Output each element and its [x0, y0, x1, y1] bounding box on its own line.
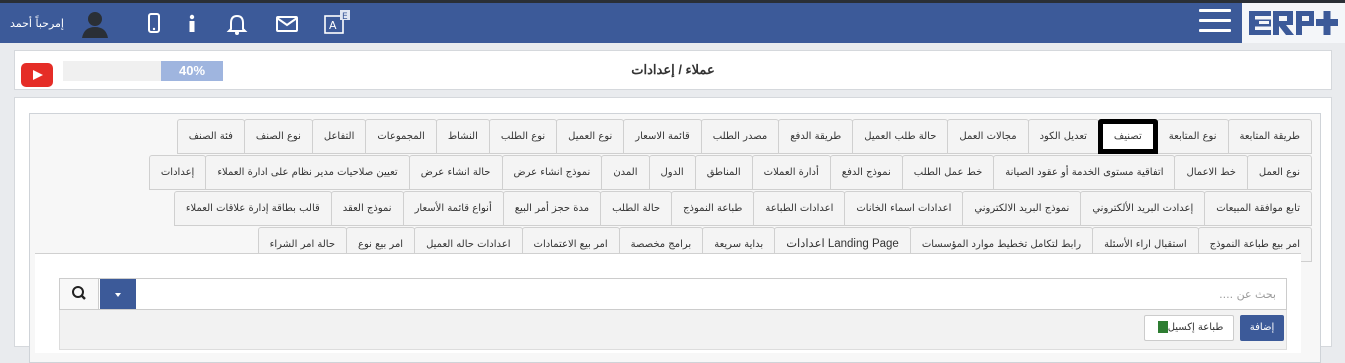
tab-row1-10[interactable]: نوع الطلب — [488, 119, 558, 154]
search-input[interactable] — [156, 279, 1276, 309]
tab-row1-15[interactable]: فئة الصنف — [176, 119, 245, 154]
tab-row2-5[interactable]: أدارة العملات — [751, 155, 831, 190]
tab-row3-0[interactable]: تابع موافقة المبيعات — [1204, 191, 1312, 226]
tab-row1-5[interactable]: حالة طلب العميل — [852, 119, 949, 154]
tab-row2-12[interactable]: إعدادات — [148, 155, 207, 190]
tab-row2-0[interactable]: نوع العمل — [1246, 155, 1312, 190]
tab-row1-4[interactable]: مجالات العمل — [947, 119, 1029, 154]
tab-row2-8[interactable]: المدن — [601, 155, 650, 190]
tab-row2-10[interactable]: حالة انشاء عرض — [408, 155, 503, 190]
tab-row3-3[interactable]: اعدادات اسماء الخانات — [844, 191, 964, 226]
action-toolbar: إضافة طباعة إكسيل — [59, 310, 1287, 350]
tab-row2-3[interactable]: خط عمل الطلب — [901, 155, 995, 190]
tab-row1-7[interactable]: مصدر الطلب — [700, 119, 780, 154]
top-navbar: إمرحباً أحمد A E — [0, 0, 1345, 43]
tab-row2-6[interactable]: المناطق — [694, 155, 753, 190]
user-icon[interactable] — [80, 10, 110, 38]
excel-export-button[interactable]: طباعة إكسيل — [1144, 315, 1234, 341]
tab-row3-1[interactable]: إعدادت البريد الألكتروني — [1080, 191, 1206, 226]
add-button[interactable]: إضافة — [1240, 315, 1284, 341]
tab-content: إضافة طباعة إكسيل — [35, 253, 1301, 353]
tab-row3-7[interactable]: مدة حجز أمر البيع — [502, 191, 602, 226]
tab-row-1: طريقة المتابعة نوع المتابعة تصنيف تعديل الك… — [176, 118, 1312, 155]
tab-row3-4[interactable]: اعدادات الطباعة — [753, 191, 846, 226]
mobile-icon[interactable] — [146, 12, 162, 36]
breadcrumb: عملاء / إعدادات — [631, 62, 715, 77]
language-icon[interactable]: A E — [322, 9, 352, 37]
tab-row1-14[interactable]: نوع الصنف — [243, 119, 313, 154]
brand-logo — [1242, 3, 1345, 43]
tab-row2-2[interactable]: اتفاقية مستوى الخدمة أو عقود الصيانة — [993, 155, 1176, 190]
tab-row3-6[interactable]: حالة الطلب — [600, 191, 673, 226]
bell-icon[interactable] — [225, 12, 249, 36]
tab-row1-12[interactable]: المجموعات — [365, 119, 437, 154]
tab-row2-9[interactable]: نموذج انشاء عرض — [501, 155, 603, 190]
main-panel: طريقة المتابعة نوع المتابعة تصنيف تعديل الك… — [14, 97, 1332, 363]
tab-row2-1[interactable]: خط الاعمال — [1174, 155, 1248, 190]
tab-row-2: نوع العمل خط الاعمال اتفاقية مستوى الخدمة … — [148, 154, 1312, 191]
tab-row3-9[interactable]: نموذج العقد — [330, 191, 404, 226]
tab-row3-5[interactable]: طباعة النموذج — [671, 191, 755, 226]
tab-row1-6[interactable]: طريقة الدفع — [778, 119, 854, 154]
tab-row2-11[interactable]: تعيين صلاحيات مدير نظام على ادارة العملا… — [205, 155, 410, 190]
tab-row1-8[interactable]: قائمة الاسعار — [623, 119, 702, 154]
svg-text:A: A — [329, 19, 337, 32]
tab-row1-13[interactable]: التفاعل — [311, 119, 367, 154]
excel-export-label: طباعة إكسيل — [1167, 322, 1224, 333]
language-badge: E — [342, 12, 348, 22]
info-icon[interactable] — [184, 12, 200, 36]
excel-icon — [1157, 321, 1168, 333]
envelope-icon[interactable] — [274, 12, 300, 36]
search-icon — [72, 286, 86, 300]
search-bar — [59, 278, 1287, 310]
menu-toggle-button[interactable] — [1199, 9, 1231, 35]
tab-row1-0[interactable]: طريقة المتابعة — [1227, 119, 1312, 154]
tab-row1-3[interactable]: تعديل الكود — [1027, 119, 1099, 154]
tab-row1-11[interactable]: النشاط — [435, 119, 490, 154]
search-button[interactable] — [60, 279, 99, 309]
tab-row3-10[interactable]: قالب بطاقة إدارة علاقات العملاء — [173, 191, 332, 226]
search-options-dropdown[interactable] — [100, 279, 136, 309]
tab-row-3: تابع موافقة المبيعات إعدادت البريد الألكت… — [173, 190, 1312, 227]
tab-row1-1[interactable]: نوع المتابعة — [1156, 119, 1229, 154]
tab-row2-7[interactable]: الدول — [648, 155, 696, 190]
erp-logo-icon — [1249, 11, 1338, 35]
tab-row3-2[interactable]: نموذج البريد الالكتروني — [962, 191, 1082, 226]
tab-row2-4[interactable]: نموذج الدفع — [829, 155, 903, 190]
user-greeting[interactable]: إمرحباً أحمد — [10, 17, 64, 30]
tab-row1-2[interactable]: تصنيف — [1097, 119, 1158, 154]
tab-row3-8[interactable]: أنواع قائمة الأسعار — [402, 191, 504, 226]
page-header: 40% عملاء / إعدادات — [14, 50, 1332, 90]
tab-row1-9[interactable]: نوع العميل — [556, 119, 625, 154]
